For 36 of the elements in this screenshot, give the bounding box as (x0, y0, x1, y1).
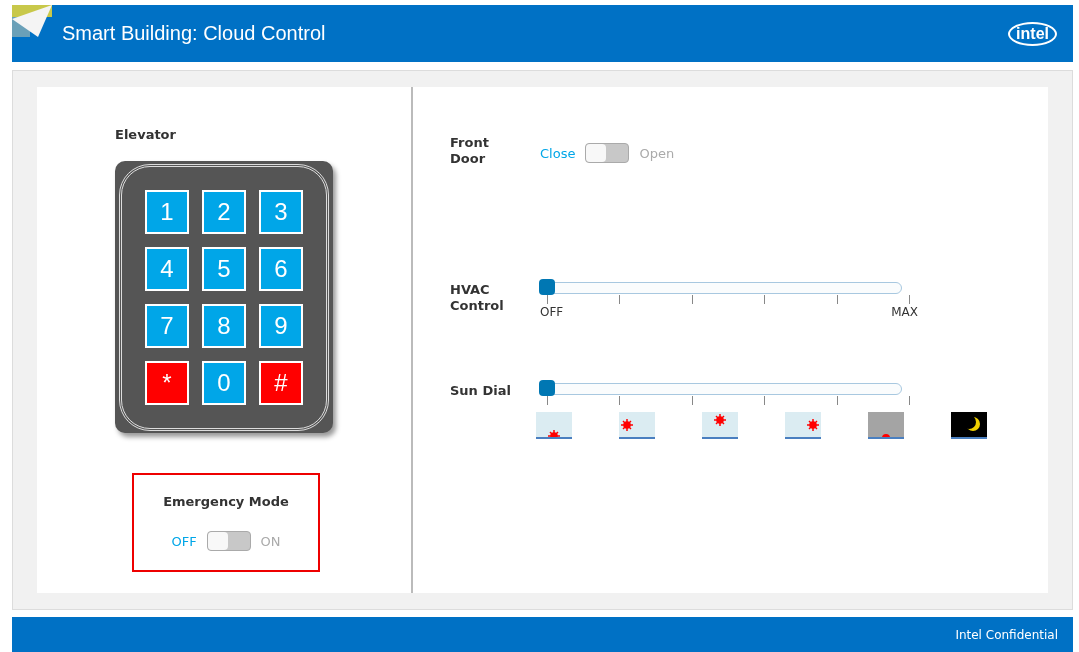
keypad-key[interactable]: 4 (145, 246, 189, 291)
elevator-label: Elevator (115, 127, 176, 142)
front-door-label: Front Door (450, 135, 490, 167)
sunset-icon (868, 412, 904, 439)
min-label: OFF (540, 305, 564, 319)
keypad-key[interactable]: 7 (145, 303, 189, 348)
keypad-key[interactable]: 3 (259, 189, 303, 234)
sun-icon (536, 412, 572, 439)
slider[interactable] (540, 380, 902, 396)
moon-icon (951, 412, 987, 439)
sun-icon (619, 412, 655, 439)
sun-icon (702, 412, 738, 439)
intel-logo: intel (1008, 21, 1057, 46)
footer-text: Intel Confidential (955, 627, 1058, 642)
keypad-key[interactable]: 8 (202, 303, 246, 348)
toggle-switch[interactable] (206, 531, 251, 551)
keypad-key[interactable]: 0 (202, 360, 246, 405)
open-label: Open (639, 145, 675, 161)
off-label: OFF (171, 533, 197, 549)
slider[interactable] (540, 279, 902, 295)
hvac-control-label: HVAC Control (450, 282, 505, 314)
emergency-mode-label: Emergency Mode (163, 494, 289, 509)
toggle-switch[interactable] (585, 143, 630, 163)
keypad-key[interactable]: # (259, 360, 303, 405)
keypad-key[interactable]: 2 (202, 189, 246, 234)
app-title: Smart Building: Cloud Control (62, 22, 326, 45)
max-label: MAX (891, 305, 918, 319)
sun-icon (785, 412, 821, 439)
on-label: ON (260, 533, 281, 549)
sun-dial-label: Sun Dial (450, 383, 512, 399)
keypad-key[interactable]: 9 (259, 303, 303, 348)
keypad-key[interactable]: 5 (202, 246, 246, 291)
keypad-key[interactable]: 1 (145, 189, 189, 234)
keypad-key[interactable]: * (145, 360, 189, 405)
close-label: Close (540, 145, 576, 161)
keypad-key[interactable]: 6 (259, 246, 303, 291)
